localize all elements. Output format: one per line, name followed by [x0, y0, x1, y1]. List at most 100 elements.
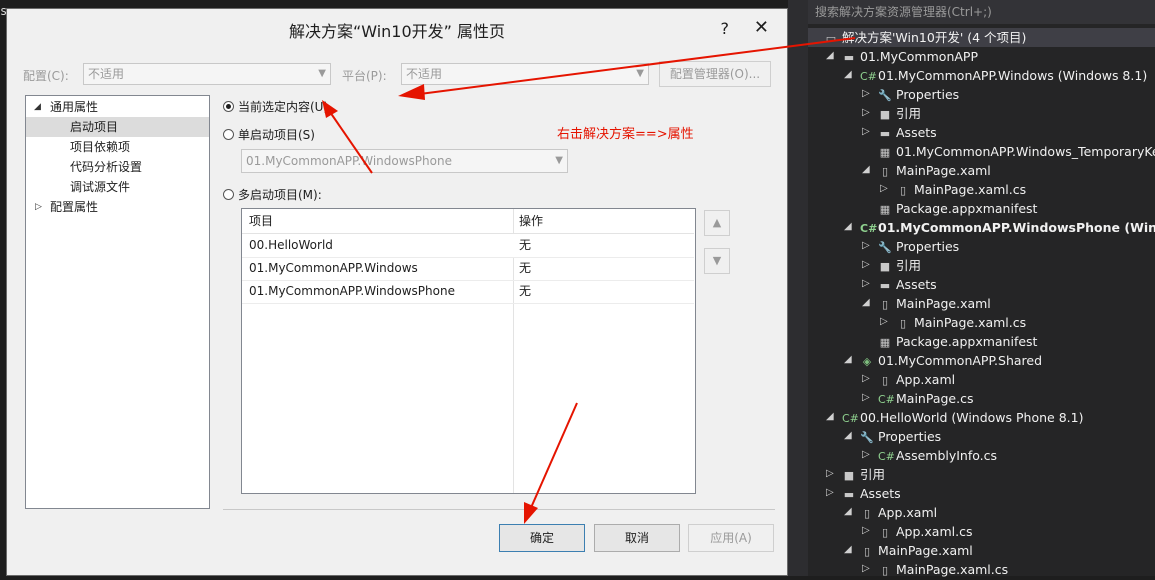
solution-tree-item[interactable]: C#MainPage.cs	[878, 389, 973, 408]
solution-tree-item[interactable]: ■ 引用	[842, 465, 885, 484]
solution-tree-item[interactable]: ▦ 01.MyCommonAPP.Windows_TemporaryKey.	[878, 142, 1155, 161]
expand-icon[interactable]: ◢	[34, 102, 41, 112]
solution-tree-item[interactable]: C#01.MyCommonAPP.Windows (Windows 8.1)	[860, 66, 1147, 85]
close-icon[interactable]: ✕	[754, 17, 769, 38]
collapse-icon[interactable]: ◢	[844, 221, 852, 232]
single-startup-select[interactable]: 01.MyCommonAPP.WindowsPhone ▼	[241, 149, 568, 173]
table-row[interactable]: 00.HelloWorld 无	[242, 234, 694, 258]
solution-tree-item[interactable]: 🔧 Properties	[878, 237, 959, 256]
tree-item-config-properties[interactable]: 配置属性	[50, 197, 98, 217]
collapse-icon[interactable]: ◢	[826, 411, 834, 422]
row-action[interactable]: 无	[519, 234, 531, 257]
expand-icon[interactable]: ▷	[862, 373, 870, 384]
expand-icon[interactable]: ▷	[862, 449, 870, 460]
solution-tree-item[interactable]: ▯ App.xaml	[860, 503, 937, 522]
expand-icon[interactable]: ▷	[862, 126, 870, 137]
solution-tree-item[interactable]: ▯ App.xaml.cs	[878, 522, 973, 541]
platform-label: 平台(P):	[342, 69, 387, 83]
collapse-icon[interactable]: ◢	[844, 506, 852, 517]
solution-tree-item[interactable]: ▦ Package.appxmanifest	[878, 199, 1038, 218]
collapse-icon[interactable]: ◢	[844, 430, 852, 441]
table-row[interactable]: 01.MyCommonAPP.WindowsPhone 无	[242, 280, 694, 304]
tree-item-debug-source-files[interactable]: 调试源文件	[70, 177, 130, 197]
expand-icon[interactable]: ▷	[880, 316, 888, 327]
expand-icon[interactable]: ▷	[862, 240, 870, 251]
help-button[interactable]: ?	[721, 19, 730, 38]
platform-select[interactable]: 不适用 ▼	[401, 63, 649, 85]
expand-icon[interactable]: ▷	[826, 487, 834, 498]
solution-tree-item[interactable]: ▯ MainPage.xaml	[878, 294, 991, 313]
radio-single-startup[interactable]: 单启动项目(S)	[223, 126, 315, 143]
solution-tree-item[interactable]: ■ 引用	[878, 104, 921, 123]
expand-icon[interactable]: ▷	[862, 525, 870, 536]
collapse-icon[interactable]: ◢	[862, 297, 870, 308]
expand-icon[interactable]: ▷	[862, 278, 870, 289]
solution-tree-item[interactable]: ▯ App.xaml	[878, 370, 955, 389]
row-action[interactable]: 无	[519, 257, 531, 280]
solution-tree-item[interactable]: ▯ MainPage.xaml.cs	[896, 313, 1026, 332]
solution-tree-item[interactable]: ▯ MainPage.xaml	[878, 161, 991, 180]
radio-current-label: 当前选定内容(U)	[238, 100, 329, 114]
solution-tree-item[interactable]: ◈ 01.MyCommonAPP.Shared	[860, 351, 1042, 370]
expand-icon[interactable]: ▷	[862, 107, 870, 118]
row-action[interactable]: 无	[519, 280, 531, 303]
expand-icon[interactable]: ▷	[826, 468, 834, 479]
solution-tree-item[interactable]: 🔧 Properties	[878, 85, 959, 104]
solution-search-input[interactable]: 搜索解决方案资源管理器(Ctrl+;)	[808, 0, 1155, 24]
chevron-down-icon: ▼	[318, 68, 326, 79]
expand-icon[interactable]: ▷	[880, 183, 888, 194]
row-project: 00.HelloWorld	[249, 238, 333, 252]
solution-tree-item[interactable]: ■ 引用	[878, 256, 921, 275]
solution-tree-item[interactable]: ▬ Assets	[878, 123, 937, 142]
move-down-button[interactable]: ▼	[704, 248, 730, 274]
solution-tree-item[interactable]: ▯ MainPage.xaml	[860, 541, 973, 560]
file-type-icon: ▬	[843, 51, 855, 64]
tree-item-common-properties[interactable]: 通用属性	[50, 97, 98, 117]
solution-tree-item[interactable]: ▯ MainPage.xaml.cs	[878, 560, 1008, 579]
collapse-icon[interactable]: ◢	[844, 544, 852, 555]
solution-tree-item-label: 引用	[896, 258, 922, 273]
solution-tree-item[interactable]: ▭ 解决方案'Win10开发' (4 个项目)	[824, 28, 1027, 47]
cancel-button[interactable]: 取消	[594, 524, 680, 552]
expand-icon[interactable]: ▷	[862, 563, 870, 574]
solution-tree-item-label: Properties	[896, 239, 960, 254]
file-type-icon: 🔧	[878, 241, 892, 254]
ok-button[interactable]: 确定	[499, 524, 585, 552]
tree-item-startup-project[interactable]: 启动项目	[26, 117, 209, 137]
solution-tree-item[interactable]: ▬ Assets	[878, 275, 937, 294]
collapse-icon[interactable]: ◢	[862, 164, 870, 175]
dialog-title: 解决方案“Win10开发” 属性页	[288, 22, 506, 41]
radio-current-selection[interactable]: 当前选定内容(U)	[223, 98, 328, 115]
solution-tree-item[interactable]: C#AssemblyInfo.cs	[878, 446, 997, 465]
collapse-icon[interactable]: ◢	[844, 354, 852, 365]
solution-tree-item[interactable]: ▬ Assets	[842, 484, 901, 503]
solution-tree-item[interactable]: ▬ 01.MyCommonAPP	[842, 47, 978, 66]
splitter[interactable]	[788, 0, 808, 576]
move-up-button[interactable]: ▲	[704, 210, 730, 236]
expand-icon[interactable]: ▷	[862, 88, 870, 99]
collapse-icon[interactable]: ◢	[844, 69, 852, 80]
startup-projects-grid: 项目 操作 00.HelloWorld 无 01.MyCommonAPP.Win…	[241, 208, 696, 494]
tree-item-code-analysis[interactable]: 代码分析设置	[70, 157, 142, 177]
solution-tree-item[interactable]: C#01.MyCommonAPP.WindowsPhone (Window	[860, 218, 1155, 237]
file-type-icon: ▦	[879, 203, 891, 216]
tree-item-project-dependencies[interactable]: 项目依赖项	[70, 137, 130, 157]
expand-icon[interactable]: ▷	[862, 392, 870, 403]
file-type-icon: ▦	[879, 146, 891, 159]
config-select[interactable]: 不适用 ▼	[83, 63, 331, 85]
solution-tree-item[interactable]: ▯ MainPage.xaml.cs	[896, 180, 1026, 199]
collapse-icon[interactable]: ▷	[35, 202, 42, 212]
radio-multiple-startup[interactable]: 多启动项目(M):	[223, 186, 322, 203]
table-row[interactable]: 01.MyCommonAPP.Windows 无	[242, 257, 694, 281]
file-type-icon: C#	[878, 393, 895, 406]
solution-tree-item[interactable]: C#00.HelloWorld (Windows Phone 8.1)	[842, 408, 1083, 427]
solution-tree-item-label: Assets	[896, 125, 937, 140]
config-manager-button[interactable]: 配置管理器(O)...	[659, 61, 771, 87]
file-type-icon: ▯	[899, 317, 907, 330]
solution-tree-item[interactable]: 🔧 Properties	[860, 427, 941, 446]
solution-tree-item[interactable]: ▦ Package.appxmanifest	[878, 332, 1038, 351]
expand-icon[interactable]: ▷	[862, 259, 870, 270]
file-type-icon: ▯	[881, 374, 889, 387]
collapse-icon[interactable]: ◢	[826, 50, 834, 61]
apply-button[interactable]: 应用(A)	[688, 524, 774, 552]
